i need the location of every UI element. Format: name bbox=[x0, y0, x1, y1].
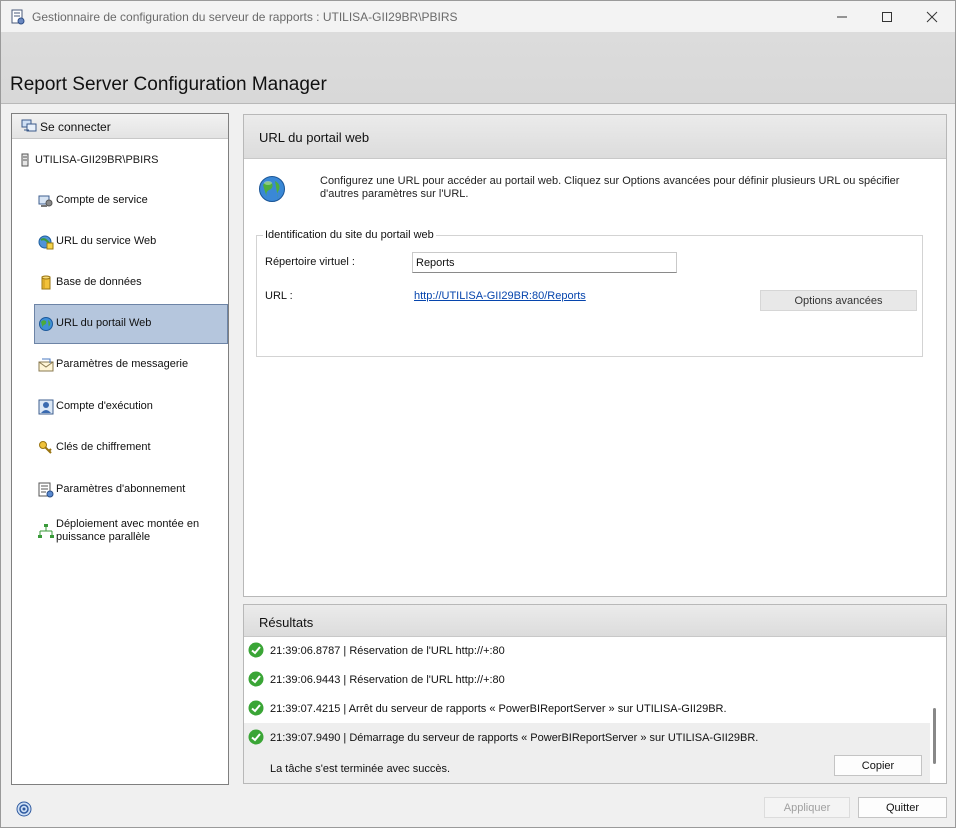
web-portal-globe-icon bbox=[259, 176, 285, 202]
result-row: 21:39:06.9443 | Réservation de l'URL htt… bbox=[244, 665, 930, 694]
sidebar-item-label: Déploiement avec montée en puissance par… bbox=[56, 518, 200, 543]
sidebar-item-label: Clés de chiffrement bbox=[56, 441, 151, 453]
minimize-button[interactable] bbox=[819, 1, 865, 32]
result-text: 21:39:07.9490 | Démarrage du serveur de … bbox=[270, 732, 759, 744]
url-label: URL : bbox=[265, 290, 293, 302]
execution-account-icon bbox=[38, 399, 54, 415]
globe-icon bbox=[39, 317, 53, 331]
scale-out-icon bbox=[38, 524, 54, 538]
success-check-icon bbox=[248, 729, 264, 745]
minimize-icon bbox=[837, 16, 847, 17]
service-account-icon bbox=[38, 195, 53, 207]
portal-url-link[interactable]: http://UTILISA-GII29BR:80/Reports bbox=[414, 290, 586, 302]
connect-icon bbox=[21, 119, 37, 132]
sidebar-item-email-settings[interactable]: Paramètres de messagerie bbox=[34, 345, 228, 385]
sidebar-item-label: URL du service Web bbox=[56, 235, 157, 247]
scrollbar-thumb[interactable] bbox=[933, 708, 936, 764]
sidebar-item-label: Paramètres d'abonnement bbox=[56, 483, 186, 495]
result-row: 21:39:06.8787 | Réservation de l'URL htt… bbox=[244, 636, 930, 665]
title-bar[interactable]: Gestionnaire de configuration du serveur… bbox=[1, 1, 955, 32]
results-panel: Résultats 21:39:06.8787 | Réservation de… bbox=[243, 604, 947, 784]
sidebar-item-label: URL du portail Web bbox=[56, 317, 152, 329]
sidebar-item-database[interactable]: Base de données bbox=[34, 263, 228, 303]
copy-button[interactable]: Copier bbox=[834, 755, 922, 776]
success-check-icon bbox=[248, 700, 264, 716]
results-scrollbar[interactable] bbox=[930, 638, 940, 778]
section-header: URL du portail web bbox=[244, 115, 946, 159]
sidebar-item-web-portal-url[interactable]: URL du portail Web bbox=[34, 304, 228, 344]
sidebar-item-label: Compte d'exécution bbox=[56, 400, 153, 412]
connect-label: Se connecter bbox=[40, 120, 111, 134]
web-service-url-icon bbox=[38, 235, 54, 250]
sidebar-item-scale-out-deployment[interactable]: Déploiement avec montée en puissance par… bbox=[34, 511, 228, 551]
email-icon bbox=[38, 358, 54, 372]
database-icon bbox=[41, 275, 51, 290]
task-status-text: La tâche s'est terminée avec succès. bbox=[270, 763, 451, 775]
subscription-icon bbox=[38, 482, 54, 498]
intro-text: Configurez une URL pour accéder au porta… bbox=[320, 175, 900, 200]
result-text: 21:39:07.4215 | Arrêt du serveur de rapp… bbox=[270, 703, 727, 715]
group-title: Identification du site du portail web bbox=[263, 229, 436, 241]
sidebar-item-web-service-url[interactable]: URL du service Web bbox=[34, 222, 228, 262]
success-check-icon bbox=[248, 642, 264, 658]
close-icon bbox=[926, 11, 938, 22]
results-header: Résultats bbox=[244, 605, 946, 637]
sidebar-item-subscription-settings[interactable]: Paramètres d'abonnement bbox=[34, 470, 228, 510]
server-icon bbox=[21, 153, 29, 167]
advanced-options-button[interactable]: Options avancées bbox=[760, 290, 917, 311]
results-title: Résultats bbox=[259, 615, 314, 630]
app-header-title: Report Server Configuration Manager bbox=[10, 74, 327, 95]
section-title: URL du portail web bbox=[259, 130, 370, 145]
sidebar-item-encryption-keys[interactable]: Clés de chiffrement bbox=[34, 428, 228, 468]
apply-button[interactable]: Appliquer bbox=[764, 797, 850, 818]
virtual-directory-label: Répertoire virtuel : bbox=[265, 256, 355, 268]
keys-icon bbox=[39, 441, 52, 454]
app-icon bbox=[11, 9, 25, 25]
server-label: UTILISA-GII29BR\PBIRS bbox=[35, 154, 159, 166]
result-text: 21:39:06.9443 | Réservation de l'URL htt… bbox=[270, 674, 505, 686]
window-title: Gestionnaire de configuration du serveur… bbox=[32, 10, 458, 24]
maximize-button[interactable] bbox=[864, 1, 910, 32]
sidebar-item-execution-account[interactable]: Compte d'exécution bbox=[34, 387, 228, 427]
quit-button[interactable]: Quitter bbox=[858, 797, 947, 818]
sidebar-item-label: Paramètres de messagerie bbox=[56, 358, 189, 370]
result-text: 21:39:06.8787 | Réservation de l'URL htt… bbox=[270, 645, 505, 657]
app-header: Report Server Configuration Manager bbox=[1, 32, 955, 104]
sidebar-item-label: Compte de service bbox=[56, 194, 148, 206]
sidebar-item-service-account[interactable]: Compte de service bbox=[34, 181, 228, 221]
close-button[interactable] bbox=[909, 1, 955, 32]
connect-button[interactable]: Se connecter bbox=[12, 114, 228, 139]
help-icon[interactable] bbox=[16, 801, 32, 817]
virtual-directory-input[interactable] bbox=[412, 252, 677, 273]
success-check-icon bbox=[248, 671, 264, 687]
app-window: Gestionnaire de configuration du serveur… bbox=[0, 0, 956, 828]
portal-identification-group: Identification du site du portail web Ré… bbox=[256, 229, 923, 357]
maximize-icon bbox=[882, 11, 892, 22]
sidebar: Se connecter UTILISA-GII29BR\PBIRS Compt… bbox=[11, 113, 229, 785]
sidebar-item-label: Base de données bbox=[56, 276, 142, 288]
result-row: 21:39:07.4215 | Arrêt du serveur de rapp… bbox=[244, 694, 930, 723]
main-panel: URL du portail web Configurez une URL po… bbox=[243, 114, 947, 597]
